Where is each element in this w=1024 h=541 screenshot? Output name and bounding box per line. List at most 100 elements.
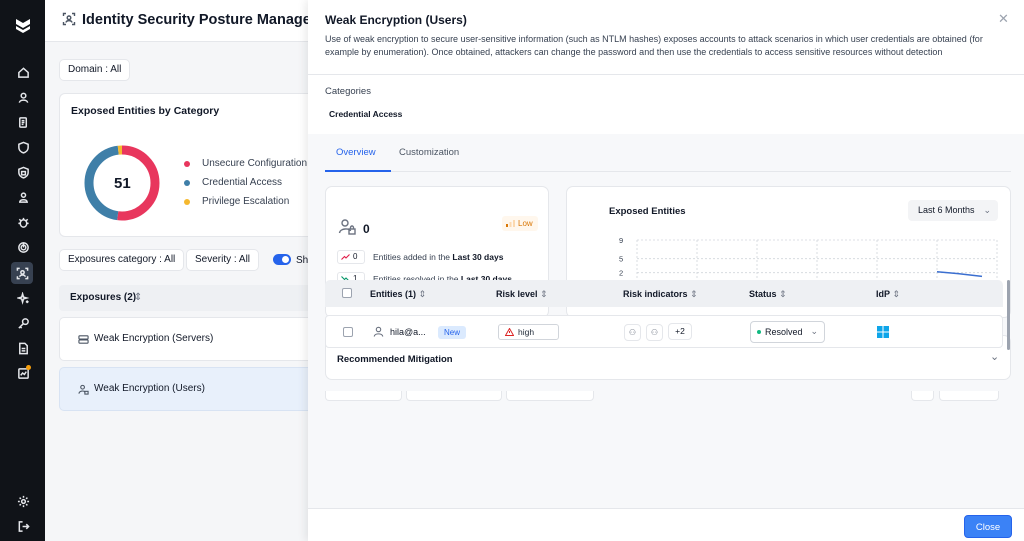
tab-customization[interactable]: Customization: [399, 147, 459, 158]
sparkles-icon[interactable]: [14, 289, 32, 307]
toolbar-control[interactable]: [939, 391, 999, 401]
sort-icon: ⇕: [540, 289, 548, 299]
exposures-header[interactable]: Exposures (2) ⇕: [59, 285, 325, 311]
legend-credential-access[interactable]: Credential Access: [184, 177, 282, 188]
categories-label: Categories: [325, 86, 371, 97]
sort-icon: ⇕: [779, 289, 787, 299]
added-count-box: 0: [337, 250, 365, 264]
toolbar-control[interactable]: [506, 391, 594, 401]
exposure-row-users[interactable]: Weak Encryption (Users): [59, 367, 325, 411]
column-entities[interactable]: Entities (1) ⇕: [370, 289, 426, 300]
app-logo-icon[interactable]: [13, 15, 33, 35]
legend-dot: [184, 179, 190, 186]
user-shield-icon[interactable]: [14, 188, 32, 206]
key-icon[interactable]: [14, 314, 32, 332]
exposed-count: 0: [363, 222, 370, 236]
status-dropdown[interactable]: Resolved ⌄: [750, 321, 825, 343]
donut-total: 51: [114, 175, 131, 192]
category-value: Credential Access: [329, 109, 403, 119]
close-icon[interactable]: ✕: [998, 11, 1009, 27]
legend-dot: [184, 198, 190, 205]
show-toggle-label: Sh: [296, 255, 309, 266]
logout-icon[interactable]: [14, 517, 32, 535]
risk-indicator-icon[interactable]: ⚇: [624, 324, 641, 341]
trend-up-icon: [341, 254, 350, 260]
entities-added-text: Entities added in the Last 30 days: [373, 252, 504, 262]
exposed-entities-card: Exposed Entities by Category 51 Unsecure…: [59, 93, 339, 237]
server-icon: [78, 335, 89, 344]
page-title: Identity Security Posture Management: [82, 12, 346, 28]
close-button[interactable]: Close: [964, 515, 1012, 538]
column-risk-indicators[interactable]: Risk indicators ⇕: [623, 289, 698, 300]
new-badge: New: [438, 326, 467, 339]
risk-indicator-icon[interactable]: ⚇: [646, 324, 663, 341]
user-icon: [373, 326, 384, 337]
severity-bars-icon: [506, 220, 515, 227]
notification-dot: [26, 365, 31, 370]
panel-title: Weak Encryption (Users): [325, 13, 467, 27]
chevron-down-icon: ⌄: [990, 351, 1000, 363]
mitigation-title: Recommended Mitigation: [337, 354, 453, 365]
risk-level-high: high: [498, 324, 559, 340]
tab-overview[interactable]: Overview: [336, 147, 376, 158]
severity-low-badge: Low: [502, 216, 538, 231]
report-icon[interactable]: [14, 339, 32, 357]
column-idp[interactable]: IdP ⇕: [876, 289, 900, 300]
sidebar: [0, 0, 45, 541]
exposure-row-label: Weak Encryption (Servers): [94, 333, 214, 344]
more-indicators[interactable]: +2: [668, 323, 692, 340]
panel-description: Use of weak encryption to secure user-se…: [325, 34, 983, 57]
legend-privilege-escalation[interactable]: Privilege Escalation: [184, 196, 289, 207]
identity-scan-icon: [62, 12, 76, 26]
dashboard-icon[interactable]: [14, 364, 32, 382]
active-tab-indicator: [325, 170, 391, 172]
sort-icon: ⇕: [418, 289, 427, 299]
y-tick-label: 2: [619, 269, 623, 278]
y-tick-label: 5: [619, 255, 623, 264]
divider: [308, 74, 1024, 75]
bug-icon[interactable]: [14, 213, 32, 231]
legend-unsecure-configuration[interactable]: Unsecure Configuration: [184, 158, 307, 169]
user-icon[interactable]: [14, 88, 32, 106]
row-checkbox[interactable]: [343, 327, 353, 337]
exposed-entities-card-title: Exposed Entities by Category: [71, 105, 220, 117]
sort-icon: ⇕: [892, 289, 900, 299]
exposure-row-label: Weak Encryption (Users): [94, 383, 205, 394]
select-all-checkbox[interactable]: [342, 288, 352, 298]
tab-divider: [325, 171, 1011, 172]
footer-divider: [308, 508, 1024, 509]
show-toggle[interactable]: [273, 254, 291, 265]
column-risk-level[interactable]: Risk level ⇕: [496, 289, 548, 300]
legend-dot: [184, 160, 190, 167]
settings-gear-icon[interactable]: [14, 492, 32, 510]
toolbar-control[interactable]: [911, 391, 934, 401]
toolbar-control[interactable]: [325, 391, 402, 401]
home-icon[interactable]: [14, 63, 32, 81]
documents-icon[interactable]: [14, 113, 32, 131]
windows-icon: [877, 326, 889, 338]
exposure-row-servers[interactable]: Weak Encryption (Servers): [59, 317, 325, 361]
entity-name[interactable]: hila@a...: [390, 327, 426, 337]
shield-icon[interactable]: [14, 138, 32, 156]
ispm-page: Identity Security Posture Management Dom…: [45, 0, 345, 541]
users-lock-icon: [78, 384, 89, 395]
toolbar-control[interactable]: [406, 391, 502, 401]
sort-icon: ⇕: [690, 289, 698, 299]
page-header: Identity Security Posture Management: [45, 0, 345, 42]
sort-icon: ⇕: [134, 292, 143, 303]
warning-icon: [505, 328, 514, 336]
users-lock-icon: [338, 219, 356, 235]
series-line: [936, 270, 983, 278]
column-status[interactable]: Status ⇕: [749, 289, 787, 300]
shield-lock-icon[interactable]: [14, 163, 32, 181]
y-tick-label: 9: [619, 236, 623, 245]
chevron-down-icon: ⌄: [810, 326, 818, 336]
identity-scan-icon[interactable]: [11, 262, 33, 284]
domain-filter[interactable]: Domain : All: [59, 59, 131, 81]
exposures-category-filter[interactable]: Exposures category : All: [59, 249, 185, 271]
table-row[interactable]: hila@a... New high ⚇ ⚇ +2 Resolved ⌄: [325, 315, 1003, 348]
exposure-detail-panel: Weak Encryption (Users) ✕ Use of weak en…: [308, 0, 1024, 541]
radar-icon[interactable]: [14, 238, 32, 256]
severity-filter[interactable]: Severity : All: [186, 249, 260, 271]
table-scrollbar[interactable]: [1007, 280, 1010, 350]
